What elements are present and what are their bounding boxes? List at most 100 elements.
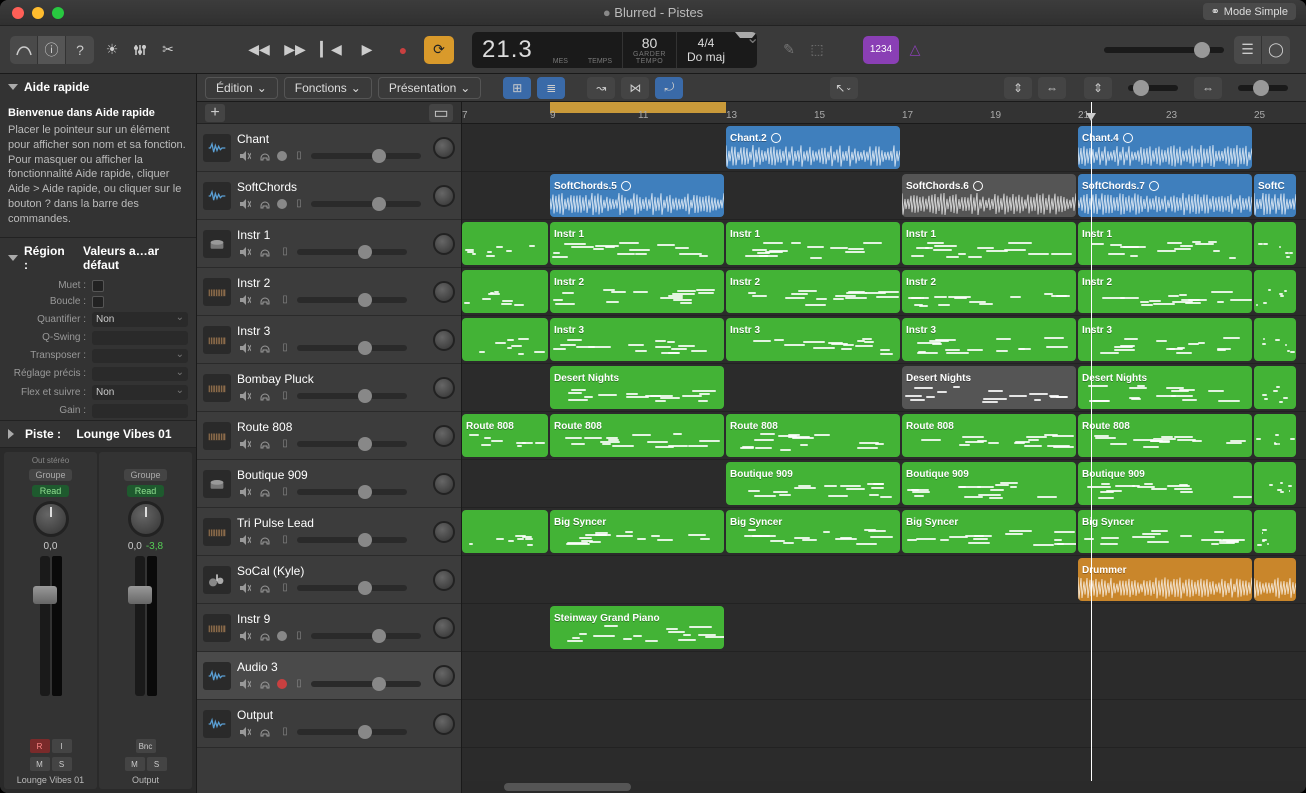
add-track-button[interactable]: + xyxy=(205,104,225,122)
bounce-button[interactable]: Bnc xyxy=(136,739,156,753)
region[interactable]: SoftC xyxy=(1254,174,1296,217)
vertical-zoom-slider[interactable] xyxy=(1128,85,1178,91)
track-view-icon[interactable]: ≣ xyxy=(537,77,565,99)
track-volume-slider[interactable] xyxy=(297,489,407,495)
quantize-select[interactable]: Non xyxy=(92,312,188,327)
region[interactable]: SoftChords.6 xyxy=(902,174,1076,217)
forward-button[interactable]: ▶▶ xyxy=(280,36,310,64)
track-header[interactable]: Instr 1 ▯ xyxy=(197,220,461,268)
freeze-icon[interactable]: ▯ xyxy=(277,388,293,404)
flex-select[interactable]: Non xyxy=(92,385,188,400)
arrange-lane[interactable]: Chant.2 Chant.4 xyxy=(462,124,1306,172)
gain-field[interactable] xyxy=(92,404,188,418)
region[interactable] xyxy=(1254,558,1296,601)
track-volume-slider[interactable] xyxy=(297,441,407,447)
track-pan-knob[interactable] xyxy=(433,185,455,207)
mute-button[interactable]: M xyxy=(30,757,50,771)
region[interactable]: Instr 1 xyxy=(550,222,724,265)
arrange-lane[interactable]: Boutique 909Boutique 909Boutique 909 xyxy=(462,460,1306,508)
region[interactable]: Desert Nights xyxy=(902,366,1076,409)
region[interactable]: Instr 2 xyxy=(1078,270,1252,313)
automation-icon[interactable]: ↝ xyxy=(587,77,615,99)
region[interactable]: Instr 1 xyxy=(902,222,1076,265)
arrange-lane[interactable] xyxy=(462,700,1306,748)
region[interactable]: Route 808 xyxy=(462,414,548,457)
quick-help-button[interactable]: ? xyxy=(66,36,94,64)
region[interactable]: Big Syncer xyxy=(550,510,724,553)
headphones-icon[interactable] xyxy=(257,724,273,740)
headphones-icon[interactable] xyxy=(257,148,273,164)
freeze-icon[interactable]: ▯ xyxy=(291,196,307,212)
region[interactable]: Boutique 909 xyxy=(1078,462,1252,505)
fine-tune-field[interactable] xyxy=(92,367,188,381)
region[interactable]: Chant.2 xyxy=(726,126,900,169)
grid-view-icon[interactable]: ⊞ xyxy=(503,77,531,99)
arrange-lane[interactable]: Instr 1Instr 1Instr 1Instr 1 xyxy=(462,220,1306,268)
master-button[interactable]: 1234 xyxy=(863,36,899,64)
track-header[interactable]: Piste : Lounge Vibes 01 xyxy=(0,421,196,447)
headphones-icon[interactable] xyxy=(257,628,273,644)
region[interactable]: Route 808 xyxy=(550,414,724,457)
headphones-icon[interactable] xyxy=(257,676,273,692)
mute-icon[interactable] xyxy=(237,532,253,548)
region[interactable]: SoftChords.5 xyxy=(550,174,724,217)
region[interactable]: Instr 3 xyxy=(1078,318,1252,361)
automation-read[interactable]: Read xyxy=(127,485,165,497)
region[interactable]: Route 808 xyxy=(726,414,900,457)
region[interactable] xyxy=(1254,510,1296,553)
metronome-icon[interactable]: △ xyxy=(903,38,927,62)
headphones-icon[interactable] xyxy=(257,340,273,356)
region[interactable]: SoftChords.7 xyxy=(1078,174,1252,217)
list-editors-button[interactable]: ☰ xyxy=(1234,36,1262,64)
region[interactable]: Big Syncer xyxy=(902,510,1076,553)
count-in-icon[interactable]: ⬚ xyxy=(805,38,829,62)
headphones-icon[interactable] xyxy=(257,580,273,596)
track-pan-knob[interactable] xyxy=(433,425,455,447)
track-volume-slider[interactable] xyxy=(297,345,407,351)
ruler[interactable]: 791113151719212325 xyxy=(462,102,1306,124)
tuner-icon[interactable]: ✎ xyxy=(777,38,801,62)
region[interactable] xyxy=(462,270,548,313)
record-enable-icon[interactable] xyxy=(277,631,287,641)
arrange-lane[interactable]: Route 808Route 808Route 808Route 808Rout… xyxy=(462,412,1306,460)
region[interactable]: Instr 3 xyxy=(902,318,1076,361)
track-volume-slider[interactable] xyxy=(311,201,421,207)
region-header[interactable]: Région : Valeurs a…ar défaut xyxy=(0,238,196,278)
region[interactable] xyxy=(1254,462,1296,505)
group-slot[interactable]: Groupe xyxy=(29,469,71,481)
track-header[interactable]: SoCal (Kyle) ▯ xyxy=(197,556,461,604)
track-pan-knob[interactable] xyxy=(433,665,455,687)
horizontal-zoom-slider[interactable] xyxy=(1238,85,1288,91)
arrange-lane[interactable]: SoftChords.5 SoftChords.6SoftChords.7Soft… xyxy=(462,172,1306,220)
track-header[interactable]: Chant ▯ xyxy=(197,124,461,172)
arrange-lane[interactable]: Big SyncerBig SyncerBig SyncerBig Syncer xyxy=(462,508,1306,556)
headphones-icon[interactable] xyxy=(257,292,273,308)
record-enable-icon[interactable] xyxy=(277,199,287,209)
arrange-lane[interactable]: Desert NightsDesert NightsDesert Nights xyxy=(462,364,1306,412)
mute-icon[interactable] xyxy=(237,340,253,356)
region[interactable] xyxy=(1254,414,1296,457)
region[interactable]: Big Syncer xyxy=(726,510,900,553)
freeze-icon[interactable]: ▯ xyxy=(291,148,307,164)
freeze-icon[interactable]: ▯ xyxy=(291,628,307,644)
arrange-lane[interactable] xyxy=(462,652,1306,700)
input-monitor[interactable]: I xyxy=(52,739,72,753)
mute-icon[interactable] xyxy=(237,196,253,212)
region[interactable]: Route 808 xyxy=(902,414,1076,457)
region[interactable]: Chant.4 xyxy=(1078,126,1252,169)
track-pan-knob[interactable] xyxy=(433,569,455,591)
track-volume-slider[interactable] xyxy=(311,633,421,639)
edit-menu[interactable]: Édition⌄ xyxy=(205,77,278,99)
region[interactable]: Boutique 909 xyxy=(726,462,900,505)
arrange-area[interactable]: 791113151719212325 Chant.2Chant.4SoftCho… xyxy=(462,102,1306,793)
region[interactable]: Desert Nights xyxy=(550,366,724,409)
playhead[interactable] xyxy=(1091,102,1092,793)
track-header[interactable]: Instr 9 ▯ xyxy=(197,604,461,652)
freeze-icon[interactable]: ▯ xyxy=(277,724,293,740)
qswing-field[interactable] xyxy=(92,331,188,345)
quick-help-header[interactable]: Aide rapide xyxy=(0,74,196,100)
mute-icon[interactable] xyxy=(237,388,253,404)
mute-button[interactable]: M xyxy=(125,757,145,771)
volume-fader[interactable] xyxy=(135,556,145,696)
track-volume-slider[interactable] xyxy=(311,681,421,687)
